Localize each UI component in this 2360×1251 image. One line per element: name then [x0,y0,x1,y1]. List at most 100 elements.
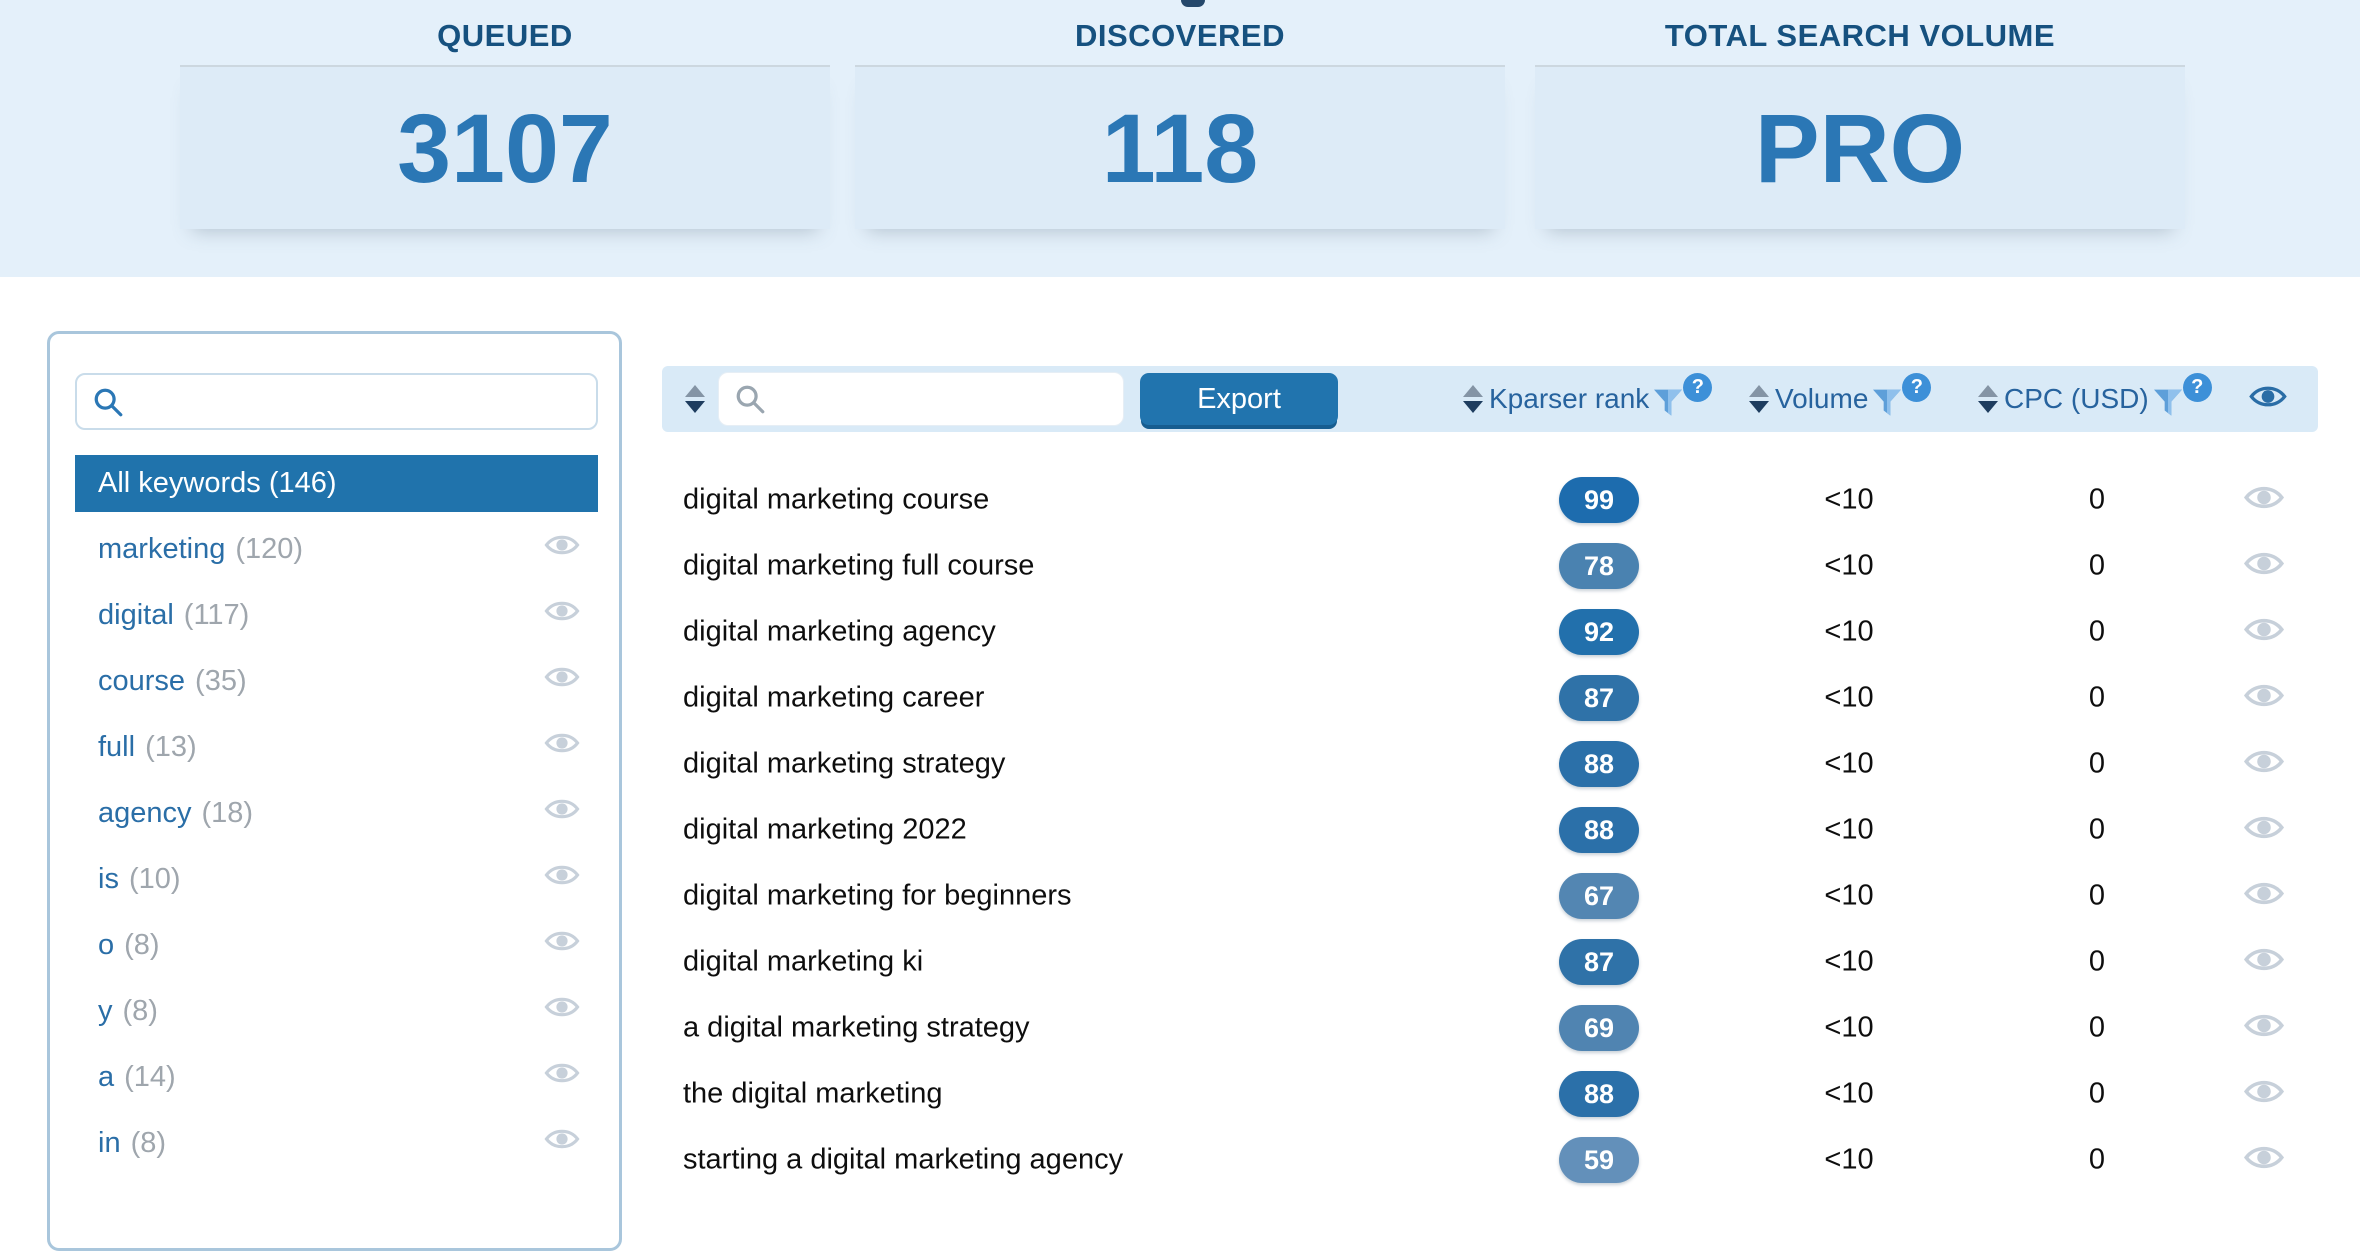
visibility-toggle[interactable] [2242,680,2286,717]
visibility-toggle[interactable] [543,663,581,699]
keyword-cell[interactable]: starting a digital marketing agency [683,1144,1123,1177]
eye-icon [543,729,581,757]
table-search-box[interactable] [718,372,1124,426]
keyword-link[interactable]: is [98,863,119,896]
visibility-toggle[interactable] [543,729,581,765]
volume-cell: <10 [1769,616,1929,649]
keyword-link[interactable]: a [98,1061,114,1094]
eye-icon [2242,944,2286,976]
volume-cell: <10 [1769,880,1929,913]
filter-funnel-icon[interactable] [2152,386,2184,422]
sidebar-keyword-item[interactable]: o (8) [50,912,619,978]
keyword-link[interactable]: marketing [98,533,225,566]
keyword-cell[interactable]: digital marketing ki [683,946,923,979]
visibility-toggle[interactable] [2242,878,2286,915]
visibility-toggle[interactable] [2242,746,2286,783]
keyword-count: (18) [202,797,254,830]
sidebar-item-all-keywords[interactable]: All keywords (146) [75,455,598,512]
sidebar-keyword-item[interactable]: digital (117) [50,582,619,648]
sort-keywords-control[interactable] [684,385,706,413]
stat-value: 3107 [397,100,613,197]
sort-desc-icon [685,401,705,413]
eye-icon [543,597,581,625]
column-label[interactable]: CPC (USD) [2004,383,2149,415]
visibility-toggle[interactable] [2242,812,2286,849]
keyword-cell[interactable]: digital marketing agency [683,616,996,649]
volume-cell: <10 [1769,748,1929,781]
visibility-toggle[interactable] [2242,1076,2286,1113]
keyword-link[interactable]: in [98,1127,121,1160]
toggle-all-visibility[interactable] [2248,382,2288,417]
visibility-toggle[interactable] [2242,614,2286,651]
keyword-cell[interactable]: a digital marketing strategy [683,1012,1030,1045]
rank-badge: 69 [1559,1005,1639,1051]
filter-funnel-icon[interactable] [1871,386,1903,422]
sidebar-keyword-item[interactable]: agency (18) [50,780,619,846]
cpc-cell: 0 [2017,1144,2177,1177]
column-label[interactable]: Kparser rank [1489,383,1649,415]
sort-desc-icon [1978,401,1998,413]
export-button[interactable]: Export [1140,373,1338,425]
column-label[interactable]: Volume [1775,383,1868,415]
keyword-cell[interactable]: digital marketing course [683,484,989,517]
eye-icon [543,663,581,691]
visibility-toggle[interactable] [543,861,581,897]
help-icon[interactable]: ? [2183,373,2212,402]
sidebar-keyword-item[interactable]: marketing (120) [50,516,619,582]
sidebar-keyword-item[interactable]: y (8) [50,978,619,1044]
visibility-toggle[interactable] [543,1059,581,1095]
keyword-link[interactable]: o [98,929,114,962]
sort-control[interactable] [1748,385,1770,413]
eye-icon [543,795,581,823]
sidebar-search-input[interactable] [77,375,596,428]
visibility-toggle[interactable] [543,795,581,831]
visibility-toggle[interactable] [543,927,581,963]
stats-section: QUEUED 3107 DISCOVERED 118 TOTAL SEARCH … [0,0,2360,277]
eye-icon [543,861,581,889]
eye-icon [2242,680,2286,712]
rank-badge: 88 [1559,807,1639,853]
stat-value-box: 118 [855,65,1505,229]
help-icon[interactable]: ? [1902,373,1931,402]
sidebar-keyword-item[interactable]: a (14) [50,1044,619,1110]
sort-control[interactable] [1462,385,1484,413]
visibility-toggle[interactable] [2242,1010,2286,1047]
volume-cell: <10 [1769,1012,1929,1045]
keyword-cell[interactable]: digital marketing strategy [683,748,1005,781]
help-icon[interactable]: ? [1683,373,1712,402]
cpc-cell: 0 [2017,1012,2177,1045]
keyword-link[interactable]: full [98,731,135,764]
visibility-toggle[interactable] [2242,944,2286,981]
visibility-toggle[interactable] [2242,482,2286,519]
sidebar-keyword-item[interactable]: in (8) [50,1110,619,1176]
keyword-cell[interactable]: digital marketing career [683,682,984,715]
keyword-link[interactable]: y [98,995,113,1028]
keyword-link[interactable]: digital [98,599,174,632]
table-search-input[interactable] [719,373,1123,425]
keyword-link[interactable]: course [98,665,185,698]
sidebar-search-box[interactable] [75,373,598,430]
keyword-cell[interactable]: digital marketing full course [683,550,1034,583]
visibility-toggle[interactable] [2242,1142,2286,1179]
sort-asc-icon [1978,385,1998,397]
keyword-cell[interactable]: digital marketing 2022 [683,814,967,847]
visibility-toggle[interactable] [2242,548,2286,585]
filter-funnel-icon[interactable] [1652,386,1684,422]
sort-desc-icon [1463,401,1483,413]
cpc-cell: 0 [2017,484,2177,517]
rank-badge: 78 [1559,543,1639,589]
sidebar-keyword-item[interactable]: course (35) [50,648,619,714]
visibility-toggle[interactable] [543,531,581,567]
sidebar-keyword-item[interactable]: is (10) [50,846,619,912]
rank-badge: 59 [1559,1137,1639,1183]
keyword-cell[interactable]: digital marketing for beginners [683,880,1071,913]
sort-control[interactable] [1977,385,1999,413]
keyword-link[interactable]: agency [98,797,192,830]
visibility-toggle[interactable] [543,1125,581,1161]
keyword-cell[interactable]: the digital marketing [683,1078,943,1111]
table-row: digital marketing strategy 88 <10 0 [662,731,2318,797]
visibility-toggle[interactable] [543,993,581,1029]
visibility-toggle[interactable] [543,597,581,633]
sidebar-keyword-item[interactable]: full (13) [50,714,619,780]
eye-icon [543,531,581,559]
